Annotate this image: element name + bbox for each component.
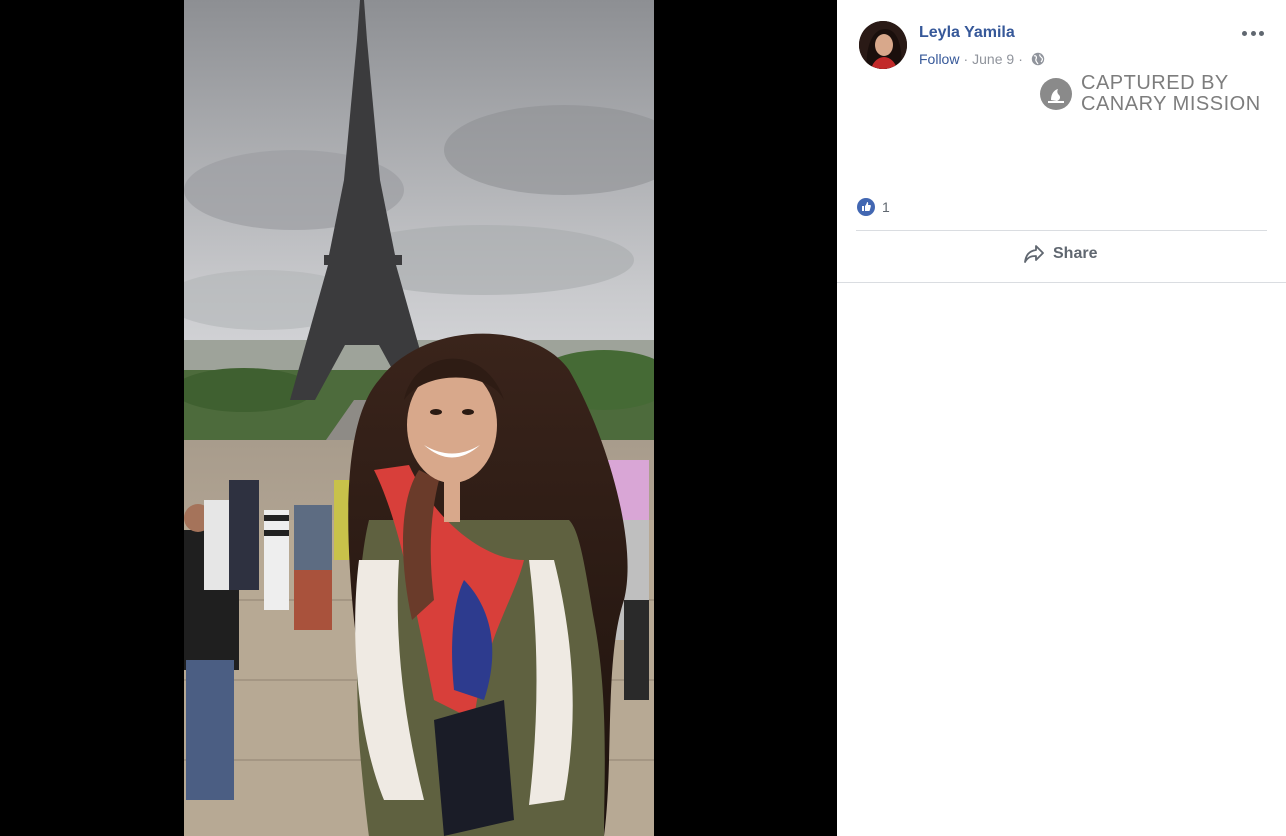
divider — [837, 282, 1286, 283]
post-meta: Follow · June 9 · — [919, 51, 1045, 67]
watermark-line1: CAPTURED BY — [1081, 72, 1229, 94]
watermark: CAPTURED BY CANARY MISSION — [1039, 73, 1269, 117]
globe-icon[interactable] — [1031, 52, 1045, 66]
post-details-panel: Leyla Yamila Follow · June 9 · CAPTURED … — [837, 0, 1286, 836]
dot-icon — [1259, 30, 1264, 36]
post-date-link[interactable]: June 9 — [972, 51, 1014, 67]
dot-icon — [1242, 30, 1247, 36]
post-photo[interactable] — [184, 0, 654, 836]
meta-separator: · — [1018, 51, 1023, 67]
reaction-summary[interactable]: 1 — [857, 198, 890, 216]
avatar[interactable] — [859, 21, 907, 69]
avatar-image — [859, 21, 907, 69]
like-count: 1 — [882, 199, 890, 215]
share-button[interactable]: Share — [1023, 244, 1097, 264]
like-icon — [857, 198, 875, 216]
canary-mission-logo-icon — [1040, 78, 1072, 110]
author-name-link[interactable]: Leyla Yamila — [919, 24, 1015, 42]
share-icon — [1024, 245, 1044, 263]
photo-viewer — [0, 0, 837, 836]
dot-icon — [1250, 30, 1256, 36]
watermark-text: CAPTURED BY CANARY MISSION — [1081, 73, 1261, 115]
meta-separator: · — [963, 51, 969, 67]
more-options-button[interactable] — [1242, 24, 1264, 42]
share-label: Share — [1053, 245, 1098, 262]
divider — [856, 230, 1267, 231]
photo-eiffel-tower-portrait — [184, 0, 654, 836]
watermark-line2: CANARY MISSION — [1081, 93, 1261, 115]
follow-link[interactable]: Follow — [919, 51, 959, 67]
